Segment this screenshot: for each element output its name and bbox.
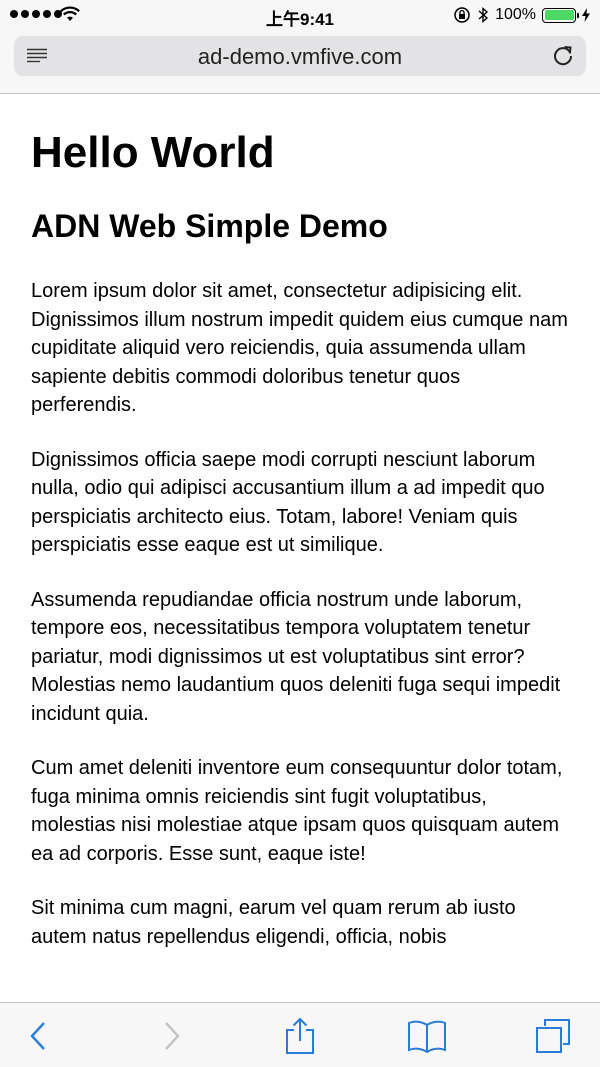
bottom-toolbar [0,1002,600,1067]
paragraph: Lorem ipsum dolor sit amet, consectetur … [31,280,568,416]
url-field[interactable]: ad-demo.vmfive.com [14,36,586,76]
browser-screen: 上午9:41 100% ad-demo.vmfive.com Hello Wor… [0,0,600,1067]
paragraph: Assumenda repudiandae officia nostrum un… [31,588,561,725]
forward-icon[interactable] [154,1019,188,1053]
page-subheading: ADN Web Simple Demo [31,208,388,244]
tabs-icon[interactable] [534,1017,572,1055]
charging-icon [582,8,590,22]
bluetooth-icon [478,6,489,24]
battery-percent: 100% [495,6,536,23]
paragraph: Sit minima cum magni, earum vel quam rer… [31,897,516,948]
address-bar: ad-demo.vmfive.com [0,30,600,94]
paragraph: Cum amet deleniti inventore eum consequu… [31,757,563,865]
orientation-lock-icon [454,7,470,23]
url-text[interactable]: ad-demo.vmfive.com [14,44,586,70]
page-content: Hello World ADN Web Simple Demo Lorem ip… [31,94,571,951]
page-heading: Hello World [31,128,275,177]
reload-icon[interactable] [552,45,574,67]
paragraph: Dignissimos officia saepe modi corrupti … [31,448,545,557]
bookmarks-icon[interactable] [406,1019,448,1053]
share-icon[interactable] [283,1017,317,1055]
back-icon[interactable] [22,1019,56,1053]
battery-icon [542,7,579,23]
status-bar: 上午9:41 100% [0,0,600,30]
